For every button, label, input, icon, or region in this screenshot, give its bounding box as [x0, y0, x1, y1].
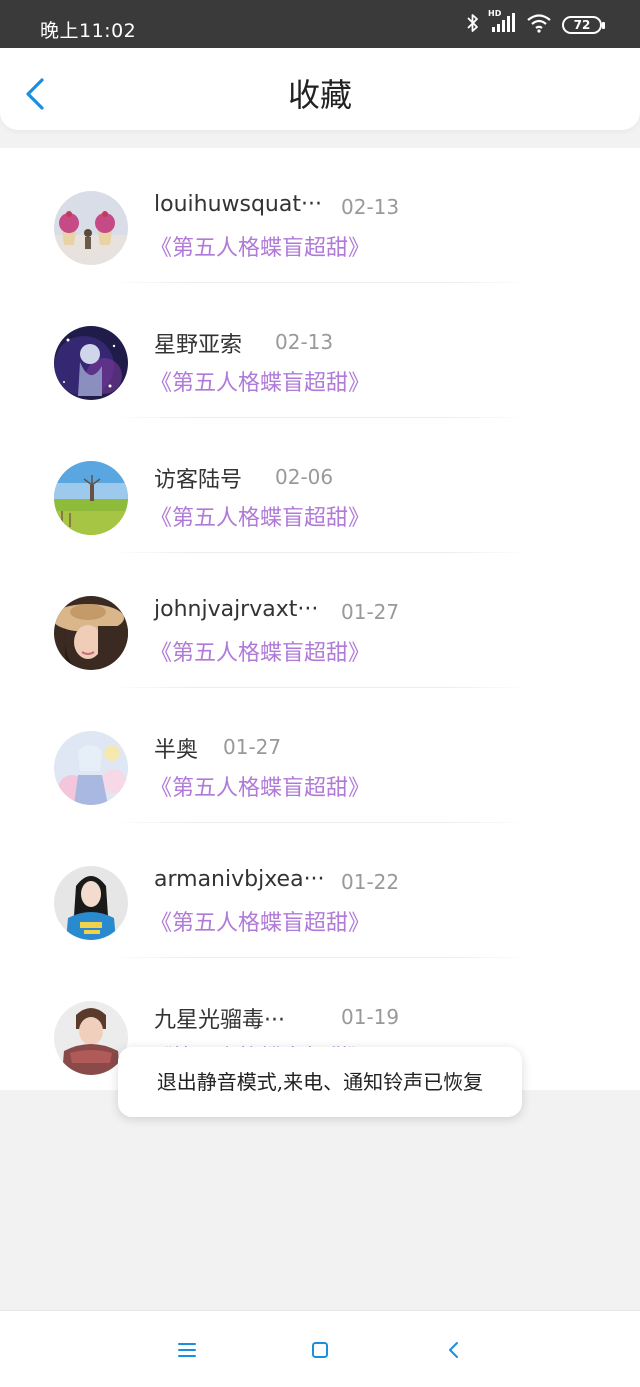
system-back-button[interactable]: [441, 1337, 467, 1363]
toast-message: 退出静音模式,来电、通知铃声已恢复: [118, 1047, 522, 1117]
menu-button[interactable]: [174, 1337, 200, 1363]
favorite-title-link[interactable]: 《第五人格蝶盲超甜》: [150, 230, 370, 262]
list-item[interactable]: 星野亚索 02-13 《第五人格蝶盲超甜》: [0, 283, 640, 418]
user-name: 访客陆号: [154, 468, 243, 493]
user-name: armanivbjxea···: [154, 867, 325, 892]
favorite-date: 01-19: [341, 1005, 400, 1029]
home-square-icon: [312, 1342, 328, 1358]
status-time: 晚上11:02: [40, 20, 137, 42]
favorite-date: 02-13: [341, 195, 400, 219]
user-name: 九星光骝毒···: [154, 1008, 285, 1033]
status-bar: 晚上11:02 HD 72: [0, 0, 640, 48]
user-name: louihuwsquat···: [154, 192, 322, 217]
battery-level: 72: [573, 18, 591, 32]
list-item[interactable]: 访客陆号 02-06 《第五人格蝶盲超甜》: [0, 418, 640, 553]
status-icons: HD 72: [466, 9, 605, 37]
list-item[interactable]: johnjvajrvaxt··· 01-27 《第五人格蝶盲超甜》: [0, 553, 640, 688]
favorite-date: 02-06: [275, 465, 334, 489]
favorite-title-link[interactable]: 《第五人格蝶盲超甜》: [150, 500, 370, 532]
list-item[interactable]: armanivbjxea··· 01-22 《第五人格蝶盲超甜》: [0, 823, 640, 958]
wifi-icon: [526, 13, 552, 37]
system-nav-bar: [0, 1310, 640, 1387]
favorites-list: louihuwsquat··· 02-13 《第五人格蝶盲超甜》 星野亚索 02…: [0, 148, 640, 1090]
avatar[interactable]: [54, 731, 128, 805]
favorite-title-link[interactable]: 《第五人格蝶盲超甜》: [150, 905, 370, 937]
signal-icon: HD: [488, 9, 516, 37]
avatar[interactable]: [54, 326, 128, 400]
network-label: HD: [488, 9, 502, 18]
favorite-date: 01-22: [341, 870, 400, 894]
avatar[interactable]: [54, 191, 128, 265]
page-title: 收藏: [287, 76, 352, 114]
list-item[interactable]: louihuwsquat··· 02-13 《第五人格蝶盲超甜》: [0, 148, 640, 283]
home-button[interactable]: [307, 1337, 333, 1363]
header-bar: 收藏: [0, 48, 640, 130]
user-name: 半奥: [154, 738, 199, 763]
avatar[interactable]: [54, 866, 128, 940]
avatar[interactable]: [54, 461, 128, 535]
menu-icon: [178, 1343, 196, 1357]
back-triangle-icon: [449, 1342, 458, 1358]
avatar[interactable]: [54, 596, 128, 670]
favorite-title-link[interactable]: 《第五人格蝶盲超甜》: [150, 770, 370, 802]
avatar[interactable]: [54, 1001, 128, 1075]
favorite-date: 02-13: [275, 330, 334, 354]
list-item[interactable]: 半奥 01-27 《第五人格蝶盲超甜》: [0, 688, 640, 823]
favorite-title-link[interactable]: 《第五人格蝶盲超甜》: [150, 365, 370, 397]
favorite-title-link[interactable]: 《第五人格蝶盲超甜》: [150, 635, 370, 667]
favorite-date: 01-27: [341, 600, 400, 624]
bluetooth-icon: [466, 13, 480, 37]
user-name: 星野亚索: [154, 333, 243, 358]
favorite-date: 01-27: [223, 735, 282, 759]
battery-icon: 72: [562, 16, 605, 34]
user-name: johnjvajrvaxt···: [154, 597, 319, 622]
